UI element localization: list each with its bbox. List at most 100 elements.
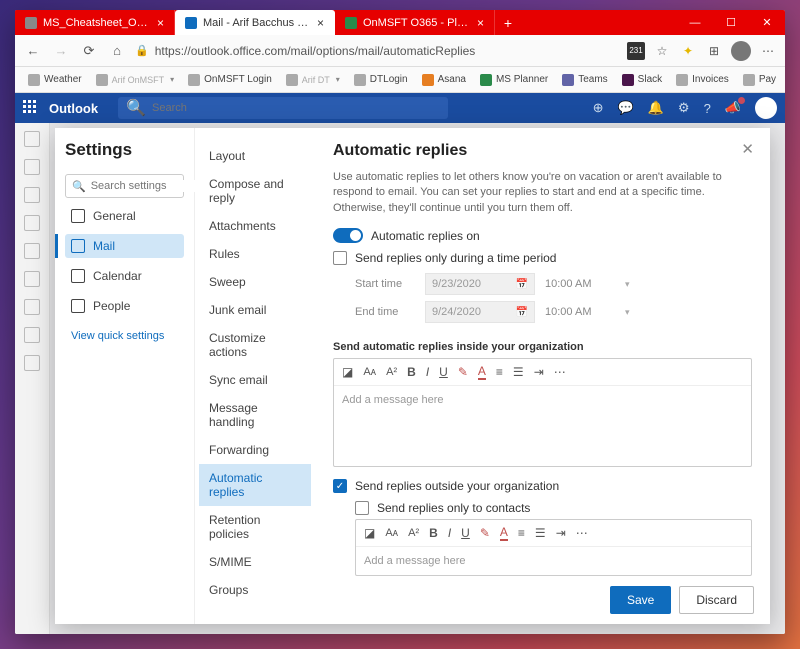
bookmark-item[interactable]: Weather — [23, 72, 87, 88]
sub-junk[interactable]: Junk email — [199, 296, 311, 324]
nav-people[interactable]: People — [65, 294, 184, 318]
sub-rules[interactable]: Rules — [199, 240, 311, 268]
close-icon[interactable]: × — [317, 16, 324, 30]
collections-icon[interactable]: ⊞ — [705, 42, 723, 60]
help-icon[interactable]: ? — [704, 101, 711, 116]
sub-auto[interactable]: Automatic replies — [199, 464, 311, 506]
chevron-down-icon[interactable]: ▾ — [625, 279, 643, 290]
font-icon[interactable]: Aᴀ — [363, 366, 376, 378]
italic-icon[interactable]: I — [426, 365, 429, 379]
back-icon[interactable]: ← — [23, 41, 43, 61]
pencil-icon[interactable]: ✎ — [458, 365, 468, 379]
url-field[interactable]: 🔒 https://outlook.office.com/mail/option… — [135, 44, 619, 58]
suite-search-input[interactable] — [152, 102, 440, 114]
close-icon[interactable]: × — [157, 16, 164, 30]
settings-gear-icon[interactable]: ⚙ — [678, 100, 690, 116]
rail-icon[interactable] — [24, 215, 40, 231]
save-button[interactable]: Save — [610, 586, 671, 614]
numbering-icon[interactable]: ☰ — [513, 365, 524, 379]
discard-button[interactable]: Discard — [679, 586, 754, 614]
suite-search[interactable]: 🔍 — [118, 97, 448, 119]
menu-icon[interactable]: ⋯ — [759, 42, 777, 60]
browser-tab-1[interactable]: Mail - Arif Bacchus - Outlook × — [175, 10, 335, 35]
rail-icon[interactable] — [24, 131, 40, 147]
highlight-icon[interactable]: ◪ — [342, 365, 353, 379]
more-icon[interactable]: ⋯ — [554, 365, 566, 379]
bookmark-item[interactable]: Arif OnMSFT — [91, 72, 180, 88]
chevron-down-icon[interactable]: ▾ — [625, 307, 643, 318]
fontcolor-icon[interactable]: A — [500, 525, 508, 541]
sub-layout[interactable]: Layout — [199, 142, 311, 170]
profile-avatar[interactable] — [731, 41, 751, 61]
end-time-select[interactable]: 10:00 AM — [545, 306, 615, 318]
sub-fwd[interactable]: Forwarding — [199, 436, 311, 464]
bookmark-item[interactable]: Arif DT — [281, 72, 345, 88]
view-quick-settings-link[interactable]: View quick settings — [65, 324, 184, 348]
contacts-only-checkbox[interactable] — [355, 501, 369, 515]
fontcolor-icon[interactable]: A — [478, 364, 486, 380]
forward-icon[interactable]: → — [51, 41, 71, 61]
chat-icon[interactable]: 💬 — [618, 100, 634, 116]
indent-icon[interactable]: ⇥ — [556, 526, 566, 540]
sub-attachments[interactable]: Attachments — [199, 212, 311, 240]
rail-icon[interactable] — [24, 243, 40, 259]
sub-custom[interactable]: Customize actions — [199, 324, 311, 366]
bookmark-item[interactable]: Pay — [738, 72, 781, 88]
start-time-select[interactable]: 10:00 AM — [545, 278, 615, 290]
rail-icon[interactable] — [24, 355, 40, 371]
bold-icon[interactable]: B — [429, 526, 438, 540]
bold-icon[interactable]: B — [407, 365, 416, 379]
rail-icon[interactable] — [24, 299, 40, 315]
sub-ret[interactable]: Retention policies — [199, 506, 311, 548]
notifications-icon[interactable]: 🔔 — [648, 100, 664, 116]
underline-icon[interactable]: U — [439, 365, 448, 379]
fontsize-icon[interactable]: A² — [386, 366, 397, 378]
time-period-checkbox[interactable] — [333, 251, 347, 265]
close-icon[interactable]: × — [477, 16, 484, 30]
bookmark-item[interactable]: Asana — [417, 72, 471, 88]
auto-replies-toggle[interactable] — [333, 228, 363, 243]
bookmark-item[interactable]: MS Planner — [475, 72, 553, 88]
nav-mail[interactable]: Mail — [65, 234, 184, 258]
calendar-ext-icon[interactable]: 231 — [627, 42, 645, 60]
bookmark-item[interactable]: Invoices — [671, 72, 734, 88]
settings-search[interactable]: 🔍 — [65, 174, 184, 198]
nav-general[interactable]: General — [65, 204, 184, 228]
maximize-button[interactable]: ☐ — [713, 10, 749, 35]
home-icon[interactable]: ⌂ — [107, 41, 127, 61]
bookmark-item[interactable]: OnMSFT Login — [183, 72, 277, 88]
close-panel-icon[interactable]: ✕ — [741, 140, 754, 158]
new-tab-button[interactable]: + — [495, 10, 521, 35]
underline-icon[interactable]: U — [461, 526, 470, 540]
minimize-button[interactable]: — — [677, 10, 713, 35]
sub-msg[interactable]: Message handling — [199, 394, 311, 436]
browser-tab-0[interactable]: MS_Cheatsheet_OutlookMailOn… × — [15, 10, 175, 35]
sub-sync[interactable]: Sync email — [199, 366, 311, 394]
close-window-button[interactable]: ✕ — [749, 10, 785, 35]
sub-sweep[interactable]: Sweep — [199, 268, 311, 296]
star-icon[interactable]: ☆ — [653, 42, 671, 60]
inside-editor-body[interactable]: Add a message here — [334, 386, 751, 466]
teams-icon[interactable]: ⊕ — [593, 100, 604, 116]
nav-calendar[interactable]: Calendar — [65, 264, 184, 288]
rail-icon[interactable] — [24, 159, 40, 175]
favorite-icon[interactable]: ✦ — [679, 42, 697, 60]
more-icon[interactable]: ⋯ — [576, 526, 588, 540]
font-icon[interactable]: Aᴀ — [385, 527, 398, 539]
rail-icon[interactable] — [24, 327, 40, 343]
refresh-icon[interactable]: ⟳ — [79, 41, 99, 61]
sub-compose[interactable]: Compose and reply — [199, 170, 311, 212]
indent-icon[interactable]: ⇥ — [534, 365, 544, 379]
account-avatar[interactable] — [755, 97, 777, 119]
highlight-icon[interactable]: ◪ — [364, 526, 375, 540]
outside-checkbox[interactable]: ✓ — [333, 479, 347, 493]
outside-editor-body[interactable]: Add a message here — [356, 547, 751, 575]
bullets-icon[interactable]: ≡ — [496, 365, 503, 379]
italic-icon[interactable]: I — [448, 526, 451, 540]
bullets-icon[interactable]: ≡ — [518, 526, 525, 540]
fontsize-icon[interactable]: A² — [408, 527, 419, 539]
start-date-input[interactable]: 9/23/2020📅 — [425, 273, 535, 295]
rail-icon[interactable] — [24, 187, 40, 203]
bookmark-item[interactable]: DTLogin — [349, 72, 413, 88]
bookmark-item[interactable]: Teams — [557, 72, 612, 88]
